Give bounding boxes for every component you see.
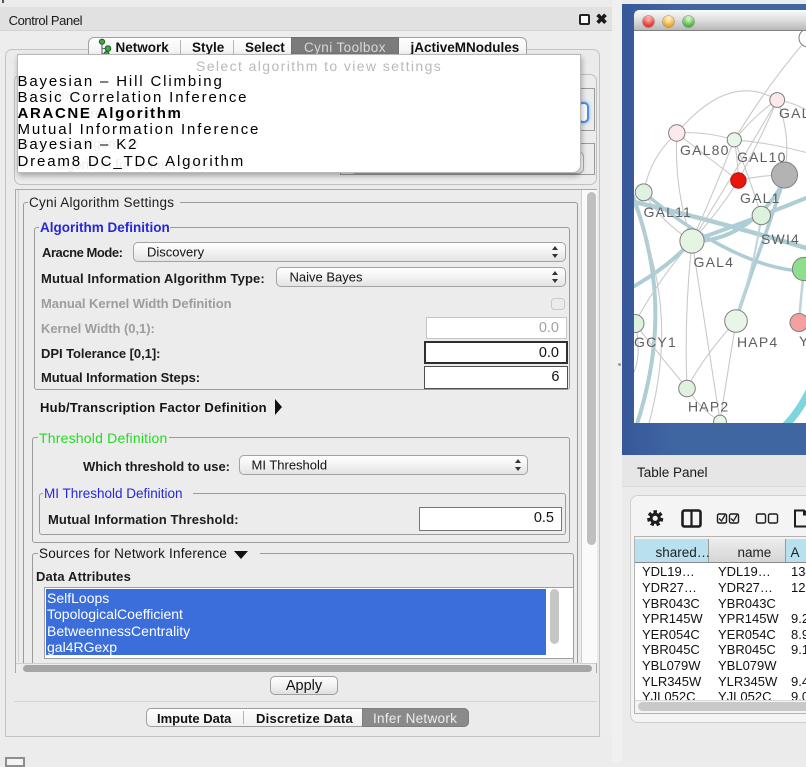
svg-text:GAL11: GAL11 bbox=[644, 204, 693, 220]
svg-text:GAL7: GAL7 bbox=[779, 105, 806, 121]
svg-text:GAL1: GAL1 bbox=[740, 190, 781, 206]
svg-text:YM: YM bbox=[799, 333, 806, 349]
svg-text:HAP4: HAP4 bbox=[737, 334, 778, 350]
svg-text:GCY1: GCY1 bbox=[634, 334, 677, 350]
svg-text:GAL4: GAL4 bbox=[694, 254, 735, 270]
svg-text:SWI4: SWI4 bbox=[761, 231, 800, 247]
svg-text:HAP2: HAP2 bbox=[688, 399, 729, 415]
svg-text:GAL10: GAL10 bbox=[737, 149, 787, 165]
svg-text:GAL80: GAL80 bbox=[680, 142, 730, 158]
